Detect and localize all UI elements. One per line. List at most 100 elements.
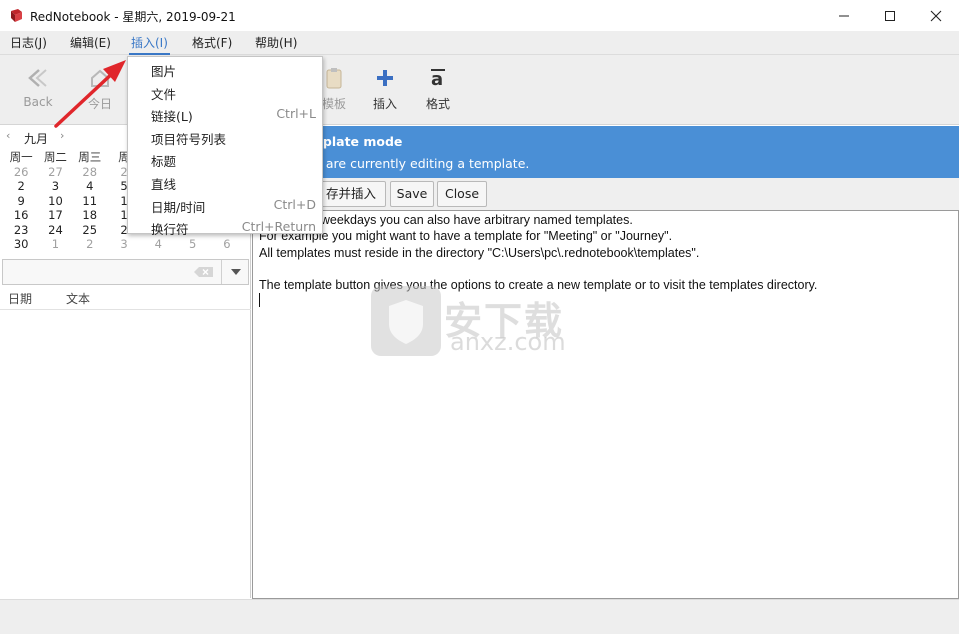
close-icon: [930, 10, 942, 21]
search-input[interactable]: [3, 260, 219, 284]
calendar-day[interactable]: 6: [210, 237, 244, 252]
calendar-day[interactable]: 23: [4, 223, 38, 238]
text-caret: [259, 293, 260, 307]
insert-label: 插入: [372, 97, 397, 111]
back-button[interactable]: Back: [12, 63, 64, 119]
today-button[interactable]: 今日: [74, 63, 126, 119]
menu-bar: 日志(J) 编辑(E) 插入(I) 格式(F) 帮助(H): [0, 31, 959, 55]
insert-menu-item[interactable]: 图片: [128, 58, 322, 80]
insert-menu-item[interactable]: 换行符 Ctrl+Return: [128, 216, 322, 238]
banner-title: nplate mode: [314, 134, 403, 149]
menu-item-shortcut: Ctrl+L: [276, 106, 316, 122]
status-bar: [0, 599, 959, 634]
format-text-icon: a: [431, 69, 445, 89]
clear-search-icon[interactable]: [194, 266, 214, 278]
calendar-weekday: 周一: [9, 150, 33, 164]
menu-edit[interactable]: 编辑(E): [68, 31, 113, 55]
calendar-day[interactable]: 25: [73, 223, 107, 238]
calendar-day[interactable]: 3: [107, 237, 141, 252]
menu-item-shortcut: Ctrl+D: [273, 196, 316, 212]
window-title: RedNotebook - 星期六, 2019-09-21: [30, 10, 236, 24]
calendar-day[interactable]: 17: [38, 208, 72, 223]
save-and-insert-button[interactable]: 存并插入: [316, 181, 386, 207]
minimize-button[interactable]: [821, 0, 867, 31]
calendar-day[interactable]: 30: [4, 237, 38, 252]
insert-menu-item[interactable]: 标题: [128, 148, 322, 170]
prev-month-icon[interactable]: ‹: [6, 129, 10, 142]
search-box: [2, 259, 249, 285]
column-date[interactable]: 日期: [8, 290, 32, 307]
insert-menu-item[interactable]: 日期/时间 Ctrl+D: [128, 194, 322, 216]
calendar-weekday: 周三: [78, 150, 102, 164]
insert-menu: 图片文件链接(L) Ctrl+L 项目符号列表 标题直线日期/时间 Ctrl+D 换行符 C…: [127, 56, 323, 237]
close-button[interactable]: [913, 0, 959, 31]
template-label: 模板: [321, 97, 346, 111]
menu-insert[interactable]: 插入(I): [129, 31, 170, 55]
column-text[interactable]: 文本: [66, 290, 90, 307]
calendar-day[interactable]: 9: [4, 194, 38, 209]
editor-line: All templates must reside in the directo…: [259, 246, 700, 260]
watermark-logo: [371, 286, 441, 356]
back-arrow-icon: [28, 69, 47, 87]
menu-item-label: 图片: [151, 64, 177, 79]
menu-item-shortcut: Ctrl+Return: [241, 219, 316, 235]
calendar-day[interactable]: 11: [73, 194, 107, 209]
template-mode-banner: nplate mode u are currently editing a te…: [252, 126, 959, 178]
calendar-day[interactable]: 1: [38, 237, 72, 252]
title-bar: RedNotebook - 星期六, 2019-09-21: [0, 0, 959, 31]
format-label: 格式: [425, 97, 450, 111]
menu-item-label: 日期/时间: [151, 199, 206, 215]
calendar-day[interactable]: 4: [73, 179, 107, 194]
entries-list-header: 日期 文本: [0, 286, 251, 310]
maximize-icon: [885, 10, 895, 21]
format-button[interactable]: a 格式: [412, 63, 464, 119]
calendar-day[interactable]: 3: [38, 179, 72, 194]
save-button[interactable]: Save: [390, 181, 434, 207]
menu-item-label: 换行符: [151, 222, 189, 238]
back-label: Back: [23, 95, 53, 109]
minimize-icon: [839, 15, 849, 16]
menu-item-label: 标题: [151, 154, 177, 170]
calendar-day[interactable]: 2: [4, 179, 38, 194]
home-icon: [91, 69, 109, 87]
calendar-day[interactable]: 5: [175, 237, 209, 252]
menu-journal[interactable]: 日志(J): [8, 31, 49, 55]
insert-menu-item[interactable]: 项目符号列表: [128, 126, 322, 148]
calendar-day[interactable]: 10: [38, 194, 72, 209]
template-editor[interactable]: nplates for weekdays you can also have a…: [252, 210, 959, 599]
calendar-day[interactable]: 24: [38, 223, 72, 238]
svg-text:a: a: [431, 69, 443, 89]
shield-icon: [389, 300, 423, 344]
calendar-day[interactable]: 28: [73, 165, 107, 180]
calendar-weekday: 周二: [43, 150, 67, 164]
insert-menu-item[interactable]: 文件: [128, 81, 322, 103]
rednotebook-app-icon: [11, 9, 22, 22]
calendar-day[interactable]: 26: [4, 165, 38, 180]
insert-menu-item[interactable]: 链接(L) Ctrl+L: [128, 103, 322, 125]
next-month-icon[interactable]: ›: [60, 129, 64, 142]
insert-button[interactable]: 插入: [359, 63, 411, 119]
menu-format[interactable]: 格式(F): [190, 31, 234, 55]
search-dropdown-button[interactable]: [221, 260, 249, 284]
chevron-down-icon: [230, 269, 241, 275]
calendar-day[interactable]: 27: [38, 165, 72, 180]
menu-item-label: 项目符号列表: [151, 131, 227, 147]
watermark-domain: anxz.com: [450, 328, 566, 356]
menu-item-label: 文件: [151, 86, 177, 102]
banner-subtitle: u are currently editing a template.: [314, 156, 530, 171]
calendar-day[interactable]: 4: [141, 237, 175, 252]
close-template-button[interactable]: Close: [437, 181, 487, 207]
clipboard-icon: [326, 68, 342, 89]
maximize-button[interactable]: [867, 0, 913, 31]
calendar-day[interactable]: 2: [73, 237, 107, 252]
template-button-row: 存并插入 Save Close: [252, 178, 959, 210]
insert-menu-item[interactable]: 直线: [128, 171, 322, 193]
calendar-week-row: 30 1 2 3 4 5 6: [4, 237, 248, 252]
menu-item-label: 直线: [151, 177, 177, 192]
plus-icon: [377, 70, 393, 86]
calendar-day[interactable]: 16: [4, 208, 38, 223]
menu-help[interactable]: 帮助(H): [253, 31, 299, 55]
calendar-month: 九月: [24, 132, 49, 146]
menu-item-label: 链接(L): [151, 109, 193, 125]
calendar-day[interactable]: 18: [73, 208, 107, 223]
